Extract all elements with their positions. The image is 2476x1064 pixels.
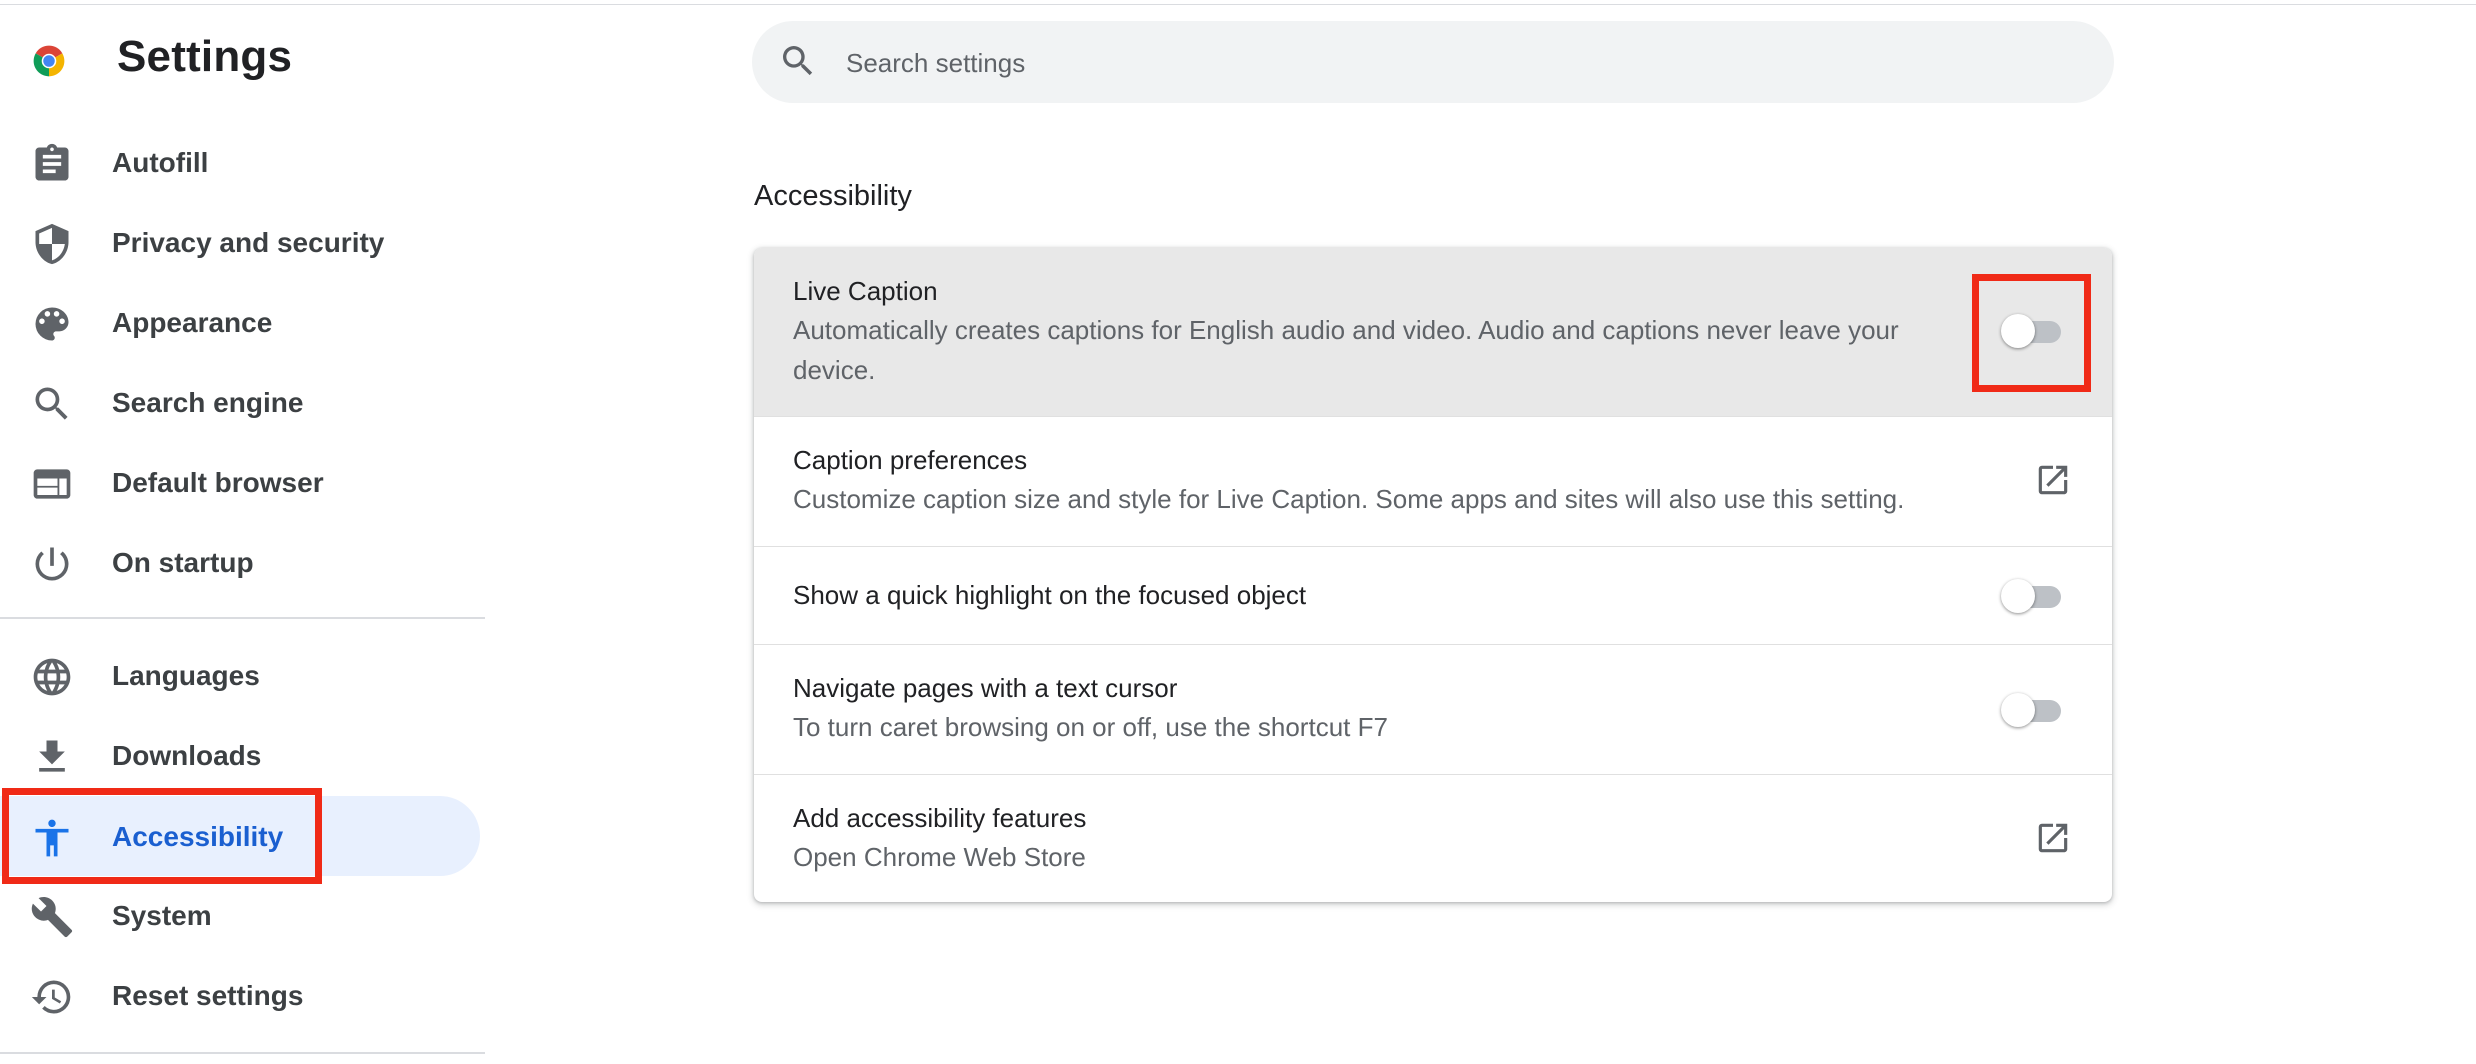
sidebar-item-label: Privacy and security [112, 227, 385, 258]
sidebar-item-privacy-and-security[interactable]: Privacy and security [0, 202, 480, 282]
palette-icon [30, 302, 74, 346]
external-link-icon[interactable] [2034, 461, 2072, 499]
globe-icon [30, 655, 74, 699]
search-input[interactable] [844, 41, 2048, 85]
focus-highlight-row[interactable]: Show a quick highlight on the focused ob… [754, 546, 2112, 644]
sidebar-item-label: Languages [112, 660, 260, 691]
power-icon [30, 542, 74, 586]
sidebar-item-label: Autofill [112, 147, 209, 178]
live-caption-row[interactable]: Live Caption Automatically creates capti… [754, 248, 2112, 416]
sidebar-item-label: Search engine [112, 387, 304, 418]
row-subtitle: Customize caption size and style for Liv… [793, 484, 1905, 514]
sidebar: Autofill Privacy and security Appearance… [0, 0, 490, 1064]
sidebar-divider [0, 1052, 485, 1054]
toggle-knob [2001, 579, 2035, 613]
row-subtitle: Open Chrome Web Store [793, 842, 1086, 872]
caption-preferences-row[interactable]: Caption preferences Customize caption si… [754, 416, 2112, 546]
sidebar-item-label: Appearance [112, 307, 273, 338]
sidebar-item-search-engine[interactable]: Search engine [0, 362, 480, 442]
row-title: Live Caption [793, 276, 938, 306]
sidebar-item-reset-settings[interactable]: Reset settings [0, 955, 480, 1035]
search-bar[interactable] [752, 21, 2114, 103]
section-title: Accessibility [754, 180, 912, 212]
shield-icon [30, 222, 74, 266]
row-subtitle: To turn caret browsing on or off, use th… [793, 712, 1388, 742]
sidebar-item-appearance[interactable]: Appearance [0, 282, 480, 362]
row-title: Add accessibility features [793, 803, 1087, 833]
wrench-icon [30, 895, 74, 939]
row-title: Caption preferences [793, 445, 1028, 475]
clipboard-icon [30, 142, 74, 186]
sidebar-item-languages[interactable]: Languages [0, 635, 480, 715]
download-icon [30, 735, 74, 779]
sidebar-divider [0, 617, 485, 619]
annotation-highlight-live-caption-toggle [1972, 274, 2091, 392]
sidebar-item-downloads[interactable]: Downloads [0, 715, 480, 795]
accessibility-settings-card: Live Caption Automatically creates capti… [754, 248, 2112, 902]
caret-browsing-toggle[interactable] [2001, 691, 2063, 727]
sidebar-item-default-browser[interactable]: Default browser [0, 442, 480, 522]
add-accessibility-features-row[interactable]: Add accessibility features Open Chrome W… [754, 774, 2112, 902]
focus-highlight-toggle[interactable] [2001, 577, 2063, 613]
row-subtitle: Automatically creates captions for Engli… [793, 315, 1899, 385]
sidebar-item-label: Reset settings [112, 980, 304, 1011]
sidebar-item-label: Downloads [112, 740, 262, 771]
sidebar-item-system[interactable]: System [0, 875, 480, 955]
row-title: Navigate pages with a text cursor [793, 673, 1178, 703]
row-title: Show a quick highlight on the focused ob… [793, 580, 1307, 610]
search-icon [778, 41, 818, 81]
toggle-knob [2001, 693, 2035, 727]
caret-browsing-row[interactable]: Navigate pages with a text cursor To tur… [754, 644, 2112, 774]
sidebar-item-autofill[interactable]: Autofill [0, 122, 480, 202]
external-link-icon[interactable] [2034, 819, 2072, 857]
sidebar-item-label: System [112, 900, 212, 931]
search-icon [30, 382, 74, 426]
annotation-highlight-accessibility [2, 788, 322, 884]
sidebar-item-label: On startup [112, 547, 254, 578]
browser-window-icon [30, 462, 74, 506]
sidebar-item-label: Default browser [112, 467, 324, 498]
history-icon [30, 975, 74, 1019]
sidebar-item-on-startup[interactable]: On startup [0, 522, 480, 602]
